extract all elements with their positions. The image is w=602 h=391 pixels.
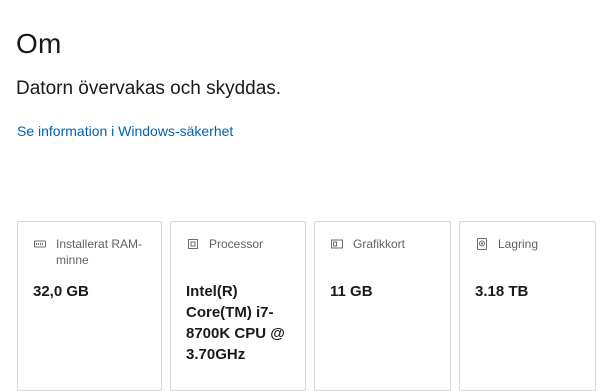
windows-security-link[interactable]: Se information i Windows-säkerhet <box>17 122 233 140</box>
graphics-card-icon <box>330 237 344 251</box>
spec-label-storage: Lagring <box>498 237 539 251</box>
protection-status-text: Datorn övervakas och skyddas. <box>16 78 282 99</box>
memory-icon <box>33 237 47 251</box>
spec-value-processor: Intel(R) Core(TM) i7-8700K CPU @ 3.70GHz <box>186 283 285 363</box>
spec-label-graphics: Grafikkort <box>353 237 406 251</box>
spec-value-storage: 3.18 TB <box>475 283 529 300</box>
page-title: Om <box>16 28 62 59</box>
spec-value-graphics: 11 GB <box>330 283 373 300</box>
spec-label-processor: Processor <box>209 237 264 251</box>
spec-card-storage: Lagring 3.18 TB <box>459 221 596 391</box>
spec-card-graphics: Grafikkort 11 GB <box>314 221 451 391</box>
spec-label-ram: Installerat RAM-minne <box>56 237 143 267</box>
spec-card-ram: Installerat RAM-minne 32,0 GB <box>17 221 162 391</box>
processor-icon <box>186 237 200 251</box>
spec-value-ram: 32,0 GB <box>33 283 89 300</box>
device-spec-cards: Installerat RAM-minne 32,0 GB Processor … <box>17 221 602 391</box>
storage-icon <box>475 237 489 251</box>
spec-card-processor: Processor Intel(R) Core(TM) i7-8700K CPU… <box>170 221 306 391</box>
